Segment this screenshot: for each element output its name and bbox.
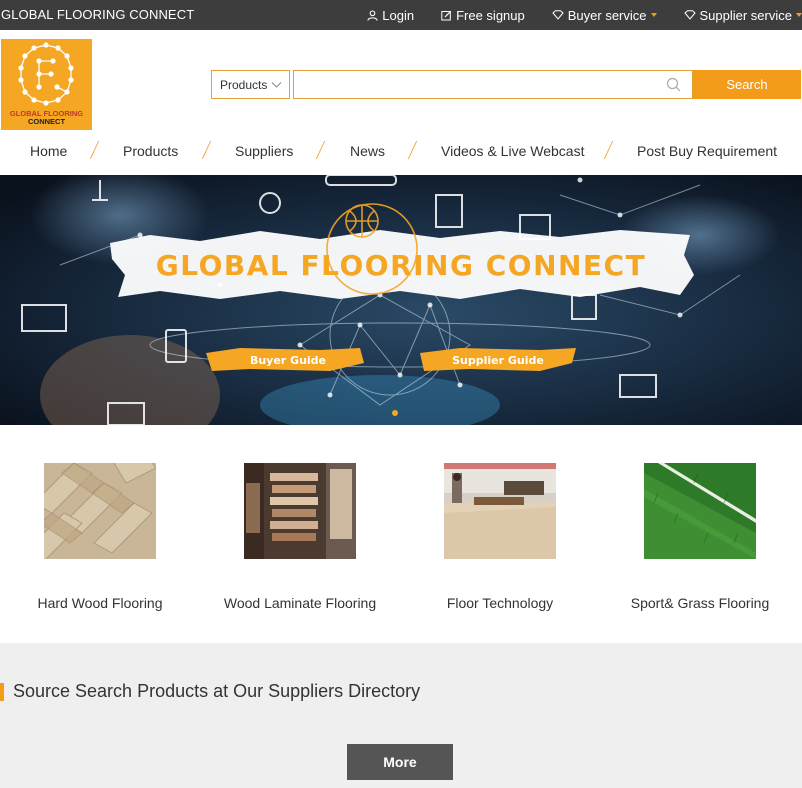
category-label[interactable]: Wood Laminate Flooring [200,595,400,611]
category-image-laminate[interactable] [244,463,356,559]
banner-title: GLOBAL FLOORING CONNECT [155,249,647,282]
edit-icon [441,10,452,20]
search-input[interactable] [293,70,693,99]
search-button[interactable]: Search [693,70,801,99]
suppliers-directory-section: Source Search Products at Our Suppliers … [0,643,802,788]
category-section: Hard Wood Flooring Wood Laminate Floorin… [0,425,802,643]
top-links: Login Free signup Buyer service Supplier… [340,0,802,30]
supplier-service-label: Supplier service [699,7,793,23]
logo-text-line2: CONNECT [27,117,66,126]
section-title: Source Search Products at Our Suppliers … [13,681,421,701]
nav-divider [407,141,418,159]
login-link[interactable]: Login [367,8,414,23]
grass-flooring-image [644,463,756,559]
search-category-value: Products [220,77,268,92]
category-label[interactable]: Sport& Grass Flooring [600,595,800,611]
search-icon[interactable] [666,77,681,92]
chevron-down-icon [650,13,657,17]
nav-home[interactable]: Home [30,143,67,159]
signup-link[interactable]: Free signup [441,8,525,23]
supplier-service-menu[interactable]: Supplier service [683,7,802,23]
buyer-service-menu[interactable]: Buyer service [552,8,657,23]
section-accent-bar [0,683,4,701]
nav-divider [603,141,614,159]
buyer-guide-button[interactable]: Buyer Guide [214,350,362,370]
user-icon [367,9,378,21]
site-logo[interactable]: GLOBAL FLOORING CONNECT [1,39,92,130]
logo-mark-icon [18,42,74,106]
laminate-display-image [244,463,356,559]
nav-divider [89,141,100,159]
diamond-icon [683,10,696,20]
category-label[interactable]: Hard Wood Flooring [0,595,200,611]
hero-banner: GLOBAL FLOORING CONNECT Buyer Guide Supp… [0,175,802,425]
more-button[interactable]: More [347,744,453,780]
category-image-grass[interactable] [644,463,756,559]
nav-post-buy-requirement[interactable]: Post Buy Requirement [637,143,777,159]
category-image-technology[interactable] [444,463,556,559]
login-label: Login [382,7,415,23]
nav-divider [315,141,326,159]
nav-suppliers[interactable]: Suppliers [235,143,293,159]
diamond-icon [552,10,564,20]
brand-name: GLOBAL FLOORING CONNECT [1,7,195,22]
nav-news[interactable]: News [350,143,385,159]
nav-products[interactable]: Products [123,143,178,159]
banner-background [0,175,802,425]
chevron-down-icon [271,82,282,88]
top-bar: GLOBAL FLOORING CONNECT Login Free signu… [0,0,802,30]
hardwood-floor-image [44,463,156,559]
search-category-select[interactable]: Products [211,70,290,99]
nav-videos[interactable]: Videos & Live Webcast [441,143,584,159]
nav-divider [201,141,212,159]
chevron-down-icon [796,13,802,17]
signup-label: Free signup [456,7,525,23]
category-image-hardwood[interactable] [44,463,156,559]
main-nav: Home Products Suppliers News Videos & Li… [0,139,802,165]
floor-technology-image [444,463,556,559]
category-label[interactable]: Floor Technology [400,595,600,611]
supplier-guide-button[interactable]: Supplier Guide [424,350,572,370]
buyer-service-label: Buyer service [567,7,647,23]
